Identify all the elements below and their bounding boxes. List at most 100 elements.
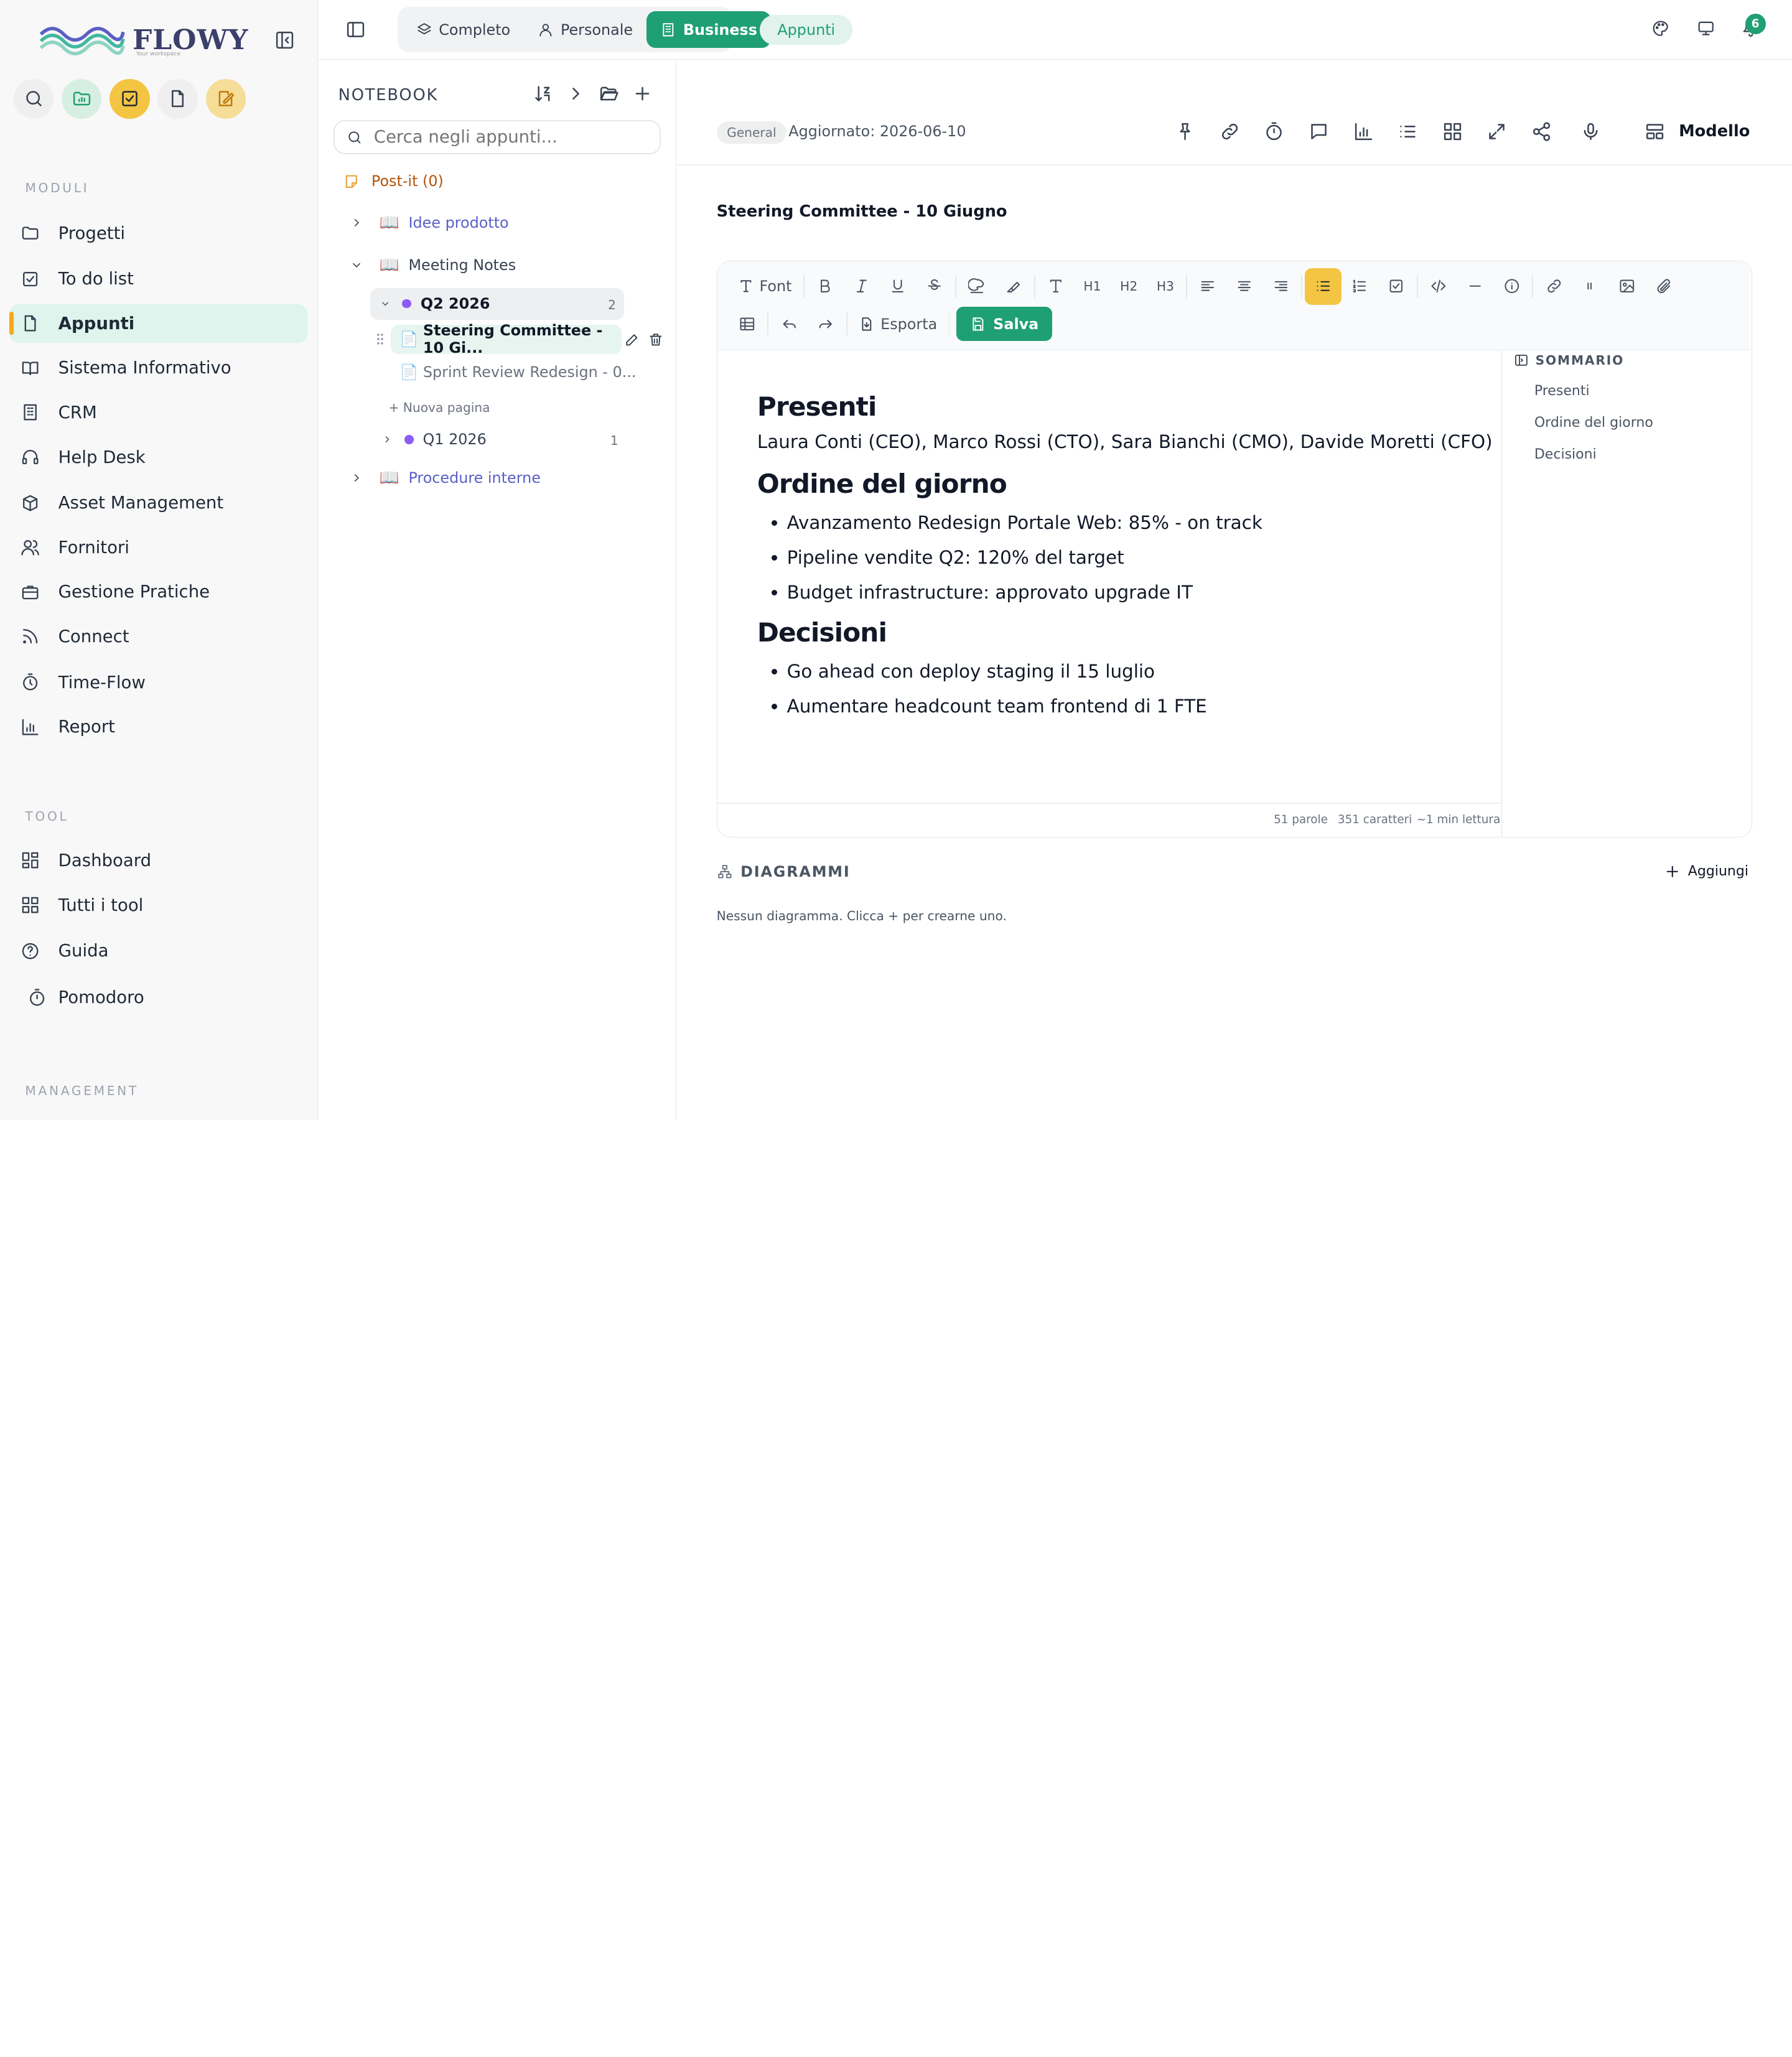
quick-projects-button[interactable]: [62, 78, 102, 119]
divider-button[interactable]: [1457, 268, 1493, 305]
undo-button[interactable]: [771, 306, 808, 342]
toc-item-ordine[interactable]: Ordine del giorno: [1534, 415, 1653, 431]
sidebar-item-todo[interactable]: To do list: [9, 259, 307, 298]
sidebar-item-gestione-pratiche[interactable]: Gestione Pratiche: [9, 572, 307, 611]
heading-decisioni: Decisioni: [757, 617, 887, 648]
page-sprint-review[interactable]: 📄 Sprint Review Redesign - 0...: [400, 363, 637, 381]
expand-icon[interactable]: [1486, 121, 1507, 142]
bar-chart-icon: [22, 719, 39, 735]
link-icon[interactable]: [1220, 121, 1240, 142]
info-icon: [1504, 279, 1519, 294]
sidebar-item-appunti[interactable]: Appunti: [9, 304, 308, 343]
drag-handle-icon[interactable]: [373, 332, 388, 347]
font-button[interactable]: Font: [729, 269, 801, 304]
bold-button[interactable]: [806, 268, 843, 305]
highlight-button[interactable]: [995, 268, 1032, 305]
heading-1-button[interactable]: H1: [1074, 268, 1111, 305]
sidebar-item-progetti[interactable]: Progetti: [9, 213, 307, 252]
microphone-icon[interactable]: [1580, 121, 1601, 142]
heading-3-button[interactable]: H3: [1147, 268, 1184, 305]
notebook-procedure-interne[interactable]: 📖 Procedure interne: [350, 469, 541, 487]
italic-button[interactable]: [843, 268, 880, 305]
quote-button[interactable]: [1572, 268, 1609, 305]
bar-chart-icon[interactable]: [1353, 121, 1374, 142]
sidebar-item-guida[interactable]: Guida: [9, 931, 307, 970]
strikethrough-button[interactable]: [917, 268, 953, 305]
heading-2-button[interactable]: H2: [1111, 268, 1147, 305]
align-left-button[interactable]: [1190, 268, 1226, 305]
sidebar-item-sistema-informativo[interactable]: Sistema Informativo: [9, 348, 307, 387]
trash-icon[interactable]: [648, 332, 664, 348]
segment-business[interactable]: Business: [646, 11, 771, 49]
pomodoro-button[interactable]: Pomodoro: [16, 978, 302, 1017]
callout-button[interactable]: [1493, 268, 1530, 305]
quick-document-button[interactable]: [157, 78, 198, 119]
edit-icon[interactable]: [624, 332, 640, 348]
grid-icon[interactable]: [1442, 121, 1463, 142]
share-icon[interactable]: [1531, 121, 1552, 142]
sidebar-item-time-flow[interactable]: Time-Flow: [9, 663, 307, 701]
align-right-button[interactable]: [1262, 268, 1299, 305]
list-icon[interactable]: [1398, 121, 1418, 142]
segment-personale[interactable]: Personale: [524, 11, 646, 48]
quick-note-button[interactable]: [205, 78, 246, 119]
toc-header[interactable]: SOMMARIO: [1514, 353, 1653, 368]
segment-completo[interactable]: Completo: [403, 11, 525, 48]
notebook-search-input[interactable]: [373, 127, 637, 147]
sidebar-item-help-desk[interactable]: Help Desk: [9, 437, 307, 476]
add-diagram-button[interactable]: Aggiungi: [1664, 863, 1748, 880]
template-button[interactable]: Modello: [1645, 121, 1750, 142]
font-button-label: Font: [759, 278, 792, 296]
context-pill[interactable]: Appunti: [760, 14, 853, 45]
toc-item-decisioni[interactable]: Decisioni: [1534, 447, 1653, 462]
link-button[interactable]: [1536, 268, 1572, 305]
toggle-sidebar-button[interactable]: [345, 19, 366, 40]
sidebar-item-report[interactable]: Report: [9, 707, 307, 746]
attachment-button[interactable]: [1645, 268, 1682, 305]
editor-content[interactable]: Presenti Laura Conti (CEO), Marco Rossi …: [757, 382, 1500, 724]
sidebar-item-asset-management[interactable]: Asset Management: [9, 483, 307, 522]
sidebar-item-crm[interactable]: CRM: [9, 393, 307, 432]
theme-button[interactable]: [1651, 19, 1669, 37]
sidebar-item-tutti-i-tool[interactable]: Tutti i tool: [9, 885, 307, 924]
page-steering-committee[interactable]: 📄 Steering Committee - 10 Gi...: [391, 322, 622, 357]
notebook-search[interactable]: [334, 119, 661, 154]
folder-open-icon[interactable]: [599, 83, 619, 104]
sidebar-item-dashboard[interactable]: Dashboard: [9, 841, 307, 880]
redo-button[interactable]: [808, 306, 844, 342]
category-tag[interactable]: General: [716, 121, 787, 144]
display-button[interactable]: [1697, 19, 1715, 37]
sidebar-collapse-button[interactable]: [274, 30, 295, 50]
chevron-right-icon[interactable]: [566, 83, 586, 104]
new-page-button[interactable]: + Nuova pagina: [388, 400, 490, 415]
image-button[interactable]: [1608, 268, 1645, 305]
workspace-segmented-control: Completo Personale Business: [398, 7, 771, 53]
document-title[interactable]: Steering Committee - 10 Giugno: [717, 202, 1007, 221]
notebook-idee-prodotto[interactable]: 📖 Idee prodotto: [350, 213, 509, 232]
underline-button[interactable]: [880, 268, 917, 305]
timer-icon[interactable]: [1264, 121, 1284, 142]
comment-icon[interactable]: [1309, 121, 1329, 142]
numbered-list-button[interactable]: [1342, 268, 1378, 305]
sidebar-item-fornitori[interactable]: Fornitori: [9, 528, 307, 567]
text-color-button[interactable]: [959, 268, 996, 305]
postit-row[interactable]: Post-it (0): [343, 172, 444, 190]
plus-icon[interactable]: [632, 83, 653, 104]
notebook-meeting-notes[interactable]: 📖 Meeting Notes: [350, 256, 516, 274]
sidebar-item-connect[interactable]: Connect: [9, 617, 307, 656]
pin-icon[interactable]: [1175, 121, 1195, 142]
section-q1-2026[interactable]: Q1 2026: [381, 431, 487, 448]
paragraph-button[interactable]: [1037, 268, 1074, 305]
align-center-button[interactable]: [1226, 268, 1262, 305]
toolbar-separator: [1532, 274, 1534, 298]
table-button[interactable]: [729, 306, 765, 342]
save-button[interactable]: Salva: [956, 307, 1053, 342]
code-button[interactable]: [1420, 268, 1457, 305]
quick-todo-button[interactable]: [110, 78, 150, 119]
sort-icon[interactable]: [533, 83, 553, 104]
toc-item-presenti[interactable]: Presenti: [1534, 383, 1653, 399]
bullet-list-button[interactable]: [1304, 268, 1342, 305]
export-button[interactable]: Esporta: [850, 307, 946, 341]
checklist-button[interactable]: [1378, 268, 1415, 305]
quick-search-button[interactable]: [14, 78, 54, 119]
